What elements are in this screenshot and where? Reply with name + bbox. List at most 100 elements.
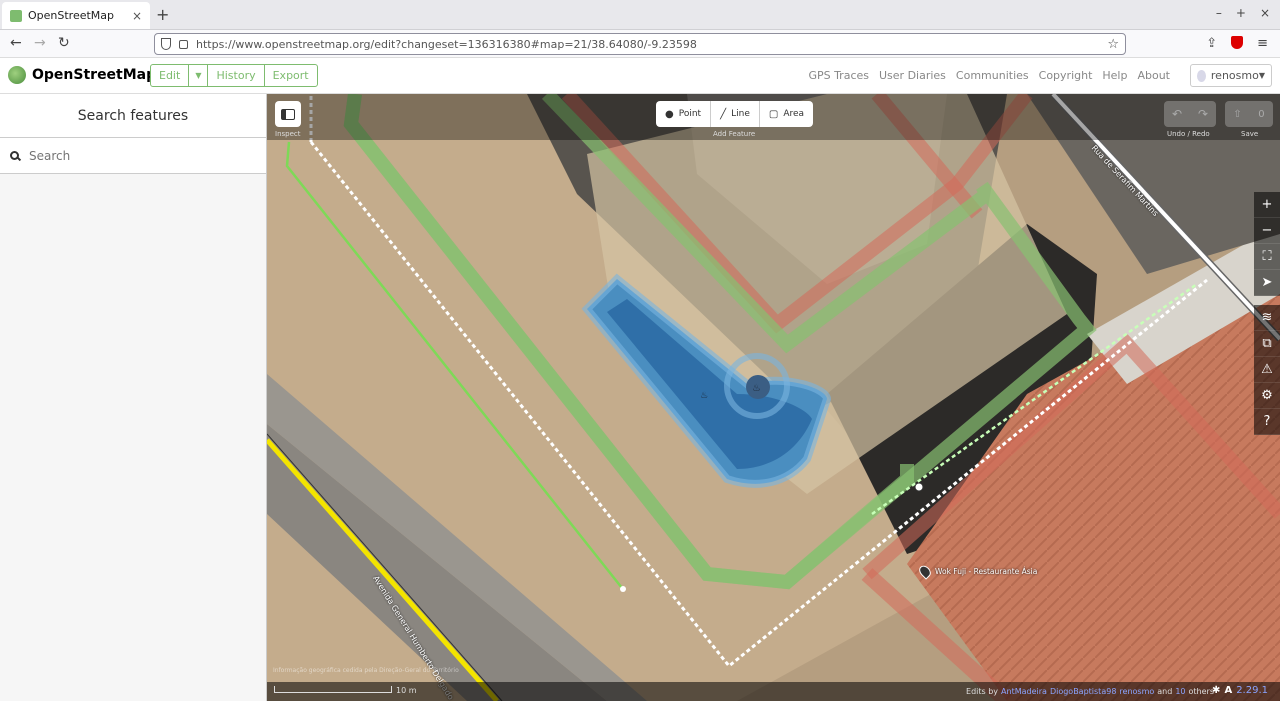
layers-icon: ≋ [1261, 310, 1273, 325]
link-copyright[interactable]: Copyright [1039, 69, 1093, 82]
plus-icon: + [1261, 197, 1273, 212]
undo-icon: ↶ [1171, 107, 1183, 121]
back-arrow-icon[interactable]: ← [10, 35, 22, 51]
pocket-icon[interactable]: ⇪ [1206, 36, 1217, 51]
editor-link-2[interactable]: DiogoBaptista98 [1050, 687, 1116, 696]
issues-button[interactable]: ⚠ [1254, 357, 1280, 383]
site-name: OpenStreetMap [32, 67, 157, 83]
add-area-button[interactable]: ▢ Area [760, 101, 813, 127]
add-feature-toolbar: ● Point ╱ Line ▢ Area [656, 101, 814, 127]
geolocate-button[interactable]: ➤ [1254, 270, 1280, 296]
sidebar-title: Search features [0, 94, 266, 138]
translate-icon[interactable]: A [1224, 685, 1232, 696]
tracking-shield-icon[interactable] [161, 38, 171, 50]
svg-text:♨: ♨ [752, 383, 761, 394]
osm-logo[interactable]: OpenStreetMap [8, 66, 156, 84]
window-controls: – + × [1216, 6, 1270, 20]
browser-tab-bar: OpenStreetMap × + – + × [0, 0, 1280, 30]
add-feature-label: Add Feature [713, 130, 756, 138]
edit-button[interactable]: Edit [150, 64, 190, 87]
edit-dropdown-caret-icon[interactable]: ▼ [188, 64, 209, 87]
inspect-button[interactable] [275, 101, 301, 127]
line-icon: ╱ [720, 108, 727, 120]
others-count-link[interactable]: 10 [1175, 687, 1185, 696]
zoom-selection-icon: ⛶ [1262, 249, 1272, 264]
link-communities[interactable]: Communities [956, 69, 1029, 82]
export-button[interactable]: Export [263, 64, 318, 87]
scale-bar[interactable] [274, 686, 392, 693]
header-links: GPS Traces User Diaries Communities Copy… [808, 69, 1170, 82]
add-line-button[interactable]: ╱ Line [711, 101, 760, 127]
version-link[interactable]: 2.29.1 [1236, 685, 1268, 696]
footer-icons: ✱ A 2.29.1 [1212, 685, 1268, 696]
poi-marker-restaurant[interactable]: Wok Fuji - Restaurante Ásia [916, 563, 1037, 580]
add-point-button[interactable]: ● Point [656, 101, 712, 127]
help-button[interactable]: ? [1254, 409, 1280, 435]
preferences-button[interactable]: ⚙ [1254, 383, 1280, 409]
location-arrow-icon: ➤ [1261, 275, 1273, 290]
bug-report-icon[interactable]: ✱ [1212, 685, 1220, 696]
map-footer: 10 m Edits by AntMadeira DiogoBaptista98… [267, 682, 1280, 701]
undo-button[interactable]: ↶ [1164, 101, 1190, 127]
redo-button[interactable]: ↷ [1190, 101, 1216, 127]
edits-by-label: Edits by [966, 687, 999, 696]
background-layers-button[interactable]: ≋ [1254, 305, 1280, 331]
tab-title: OpenStreetMap [28, 9, 115, 22]
zoom-out-button[interactable]: − [1254, 218, 1280, 244]
ublock-shield-icon[interactable] [1231, 36, 1244, 49]
bookmark-star-icon[interactable]: ☆ [1107, 37, 1119, 52]
history-button[interactable]: History [207, 64, 265, 87]
username: renosmo [1210, 69, 1259, 82]
search-input[interactable] [29, 148, 179, 163]
warning-icon: ⚠ [1261, 362, 1273, 377]
zoom-to-selection-button[interactable]: ⛶ [1254, 244, 1280, 270]
help-icon: ? [1263, 414, 1271, 429]
user-gear-icon: ⚙ [1261, 388, 1273, 403]
forward-arrow-icon[interactable]: → [34, 35, 46, 51]
link-gps-traces[interactable]: GPS Traces [808, 69, 869, 82]
maximize-button[interactable]: + [1236, 6, 1246, 20]
editor-link-1[interactable]: AntMadeira [1001, 687, 1047, 696]
others-label: others [1188, 687, 1214, 696]
minus-icon: − [1261, 223, 1273, 238]
save-button[interactable]: ⇧ 0 [1225, 101, 1273, 127]
add-area-label: Area [783, 109, 805, 119]
menu-icon[interactable]: ≡ [1257, 36, 1268, 51]
map-data-icon: ⧉ [1262, 336, 1272, 351]
map-canvas[interactable]: ♨ ♨ Inspect ● Point ╱ Line ▢ Area Add Featu [267, 94, 1280, 701]
link-help[interactable]: Help [1102, 69, 1127, 82]
area-icon: ▢ [768, 108, 779, 120]
link-user-diaries[interactable]: User Diaries [879, 69, 946, 82]
minimize-button[interactable]: – [1216, 6, 1222, 20]
user-caret-icon: ▼ [1258, 71, 1265, 80]
point-pin-icon: ● [665, 108, 674, 120]
sidebar: Search features [0, 94, 267, 701]
url-bar[interactable]: https://www.openstreetmap.org/edit?chang… [154, 33, 1126, 55]
close-window-button[interactable]: × [1260, 6, 1270, 20]
new-tab-button[interactable]: + [156, 5, 169, 24]
search-bar [0, 138, 266, 174]
sidebar-toggle-icon [281, 108, 295, 120]
lock-icon[interactable] [179, 39, 188, 49]
undo-redo-label: Undo / Redo [1167, 130, 1210, 138]
browser-tab[interactable]: OpenStreetMap × [2, 2, 150, 29]
scale-label: 10 m [396, 686, 417, 695]
user-menu-button[interactable]: renosmo ▼ [1190, 64, 1272, 87]
imagery-attribution[interactable]: Informação geográfica cedida pela Direçã… [273, 667, 459, 674]
url-text[interactable]: https://www.openstreetmap.org/edit?chang… [196, 38, 1107, 51]
map-pin-icon [916, 563, 934, 580]
reload-icon[interactable]: ↻ [58, 35, 70, 51]
and-label: and [1157, 687, 1173, 696]
edits-attribution: Edits by AntMadeira DiogoBaptista98 reno… [966, 687, 1214, 696]
svg-text:♨: ♨ [700, 391, 708, 401]
link-about[interactable]: About [1137, 69, 1170, 82]
editor-link-3[interactable]: renosmo [1119, 687, 1154, 696]
browser-nav-bar: ← → ↻ https://www.openstreetmap.org/edit… [0, 30, 1280, 58]
close-tab-icon[interactable]: × [132, 9, 142, 23]
osm-header: OpenStreetMap Edit ▼ History Export GPS … [0, 58, 1280, 94]
zoom-in-button[interactable]: + [1254, 192, 1280, 218]
inspect-label: Inspect [275, 130, 301, 138]
upload-icon: ⇧ [1233, 108, 1242, 120]
add-line-label: Line [731, 109, 750, 119]
map-data-button[interactable]: ⧉ [1254, 331, 1280, 357]
